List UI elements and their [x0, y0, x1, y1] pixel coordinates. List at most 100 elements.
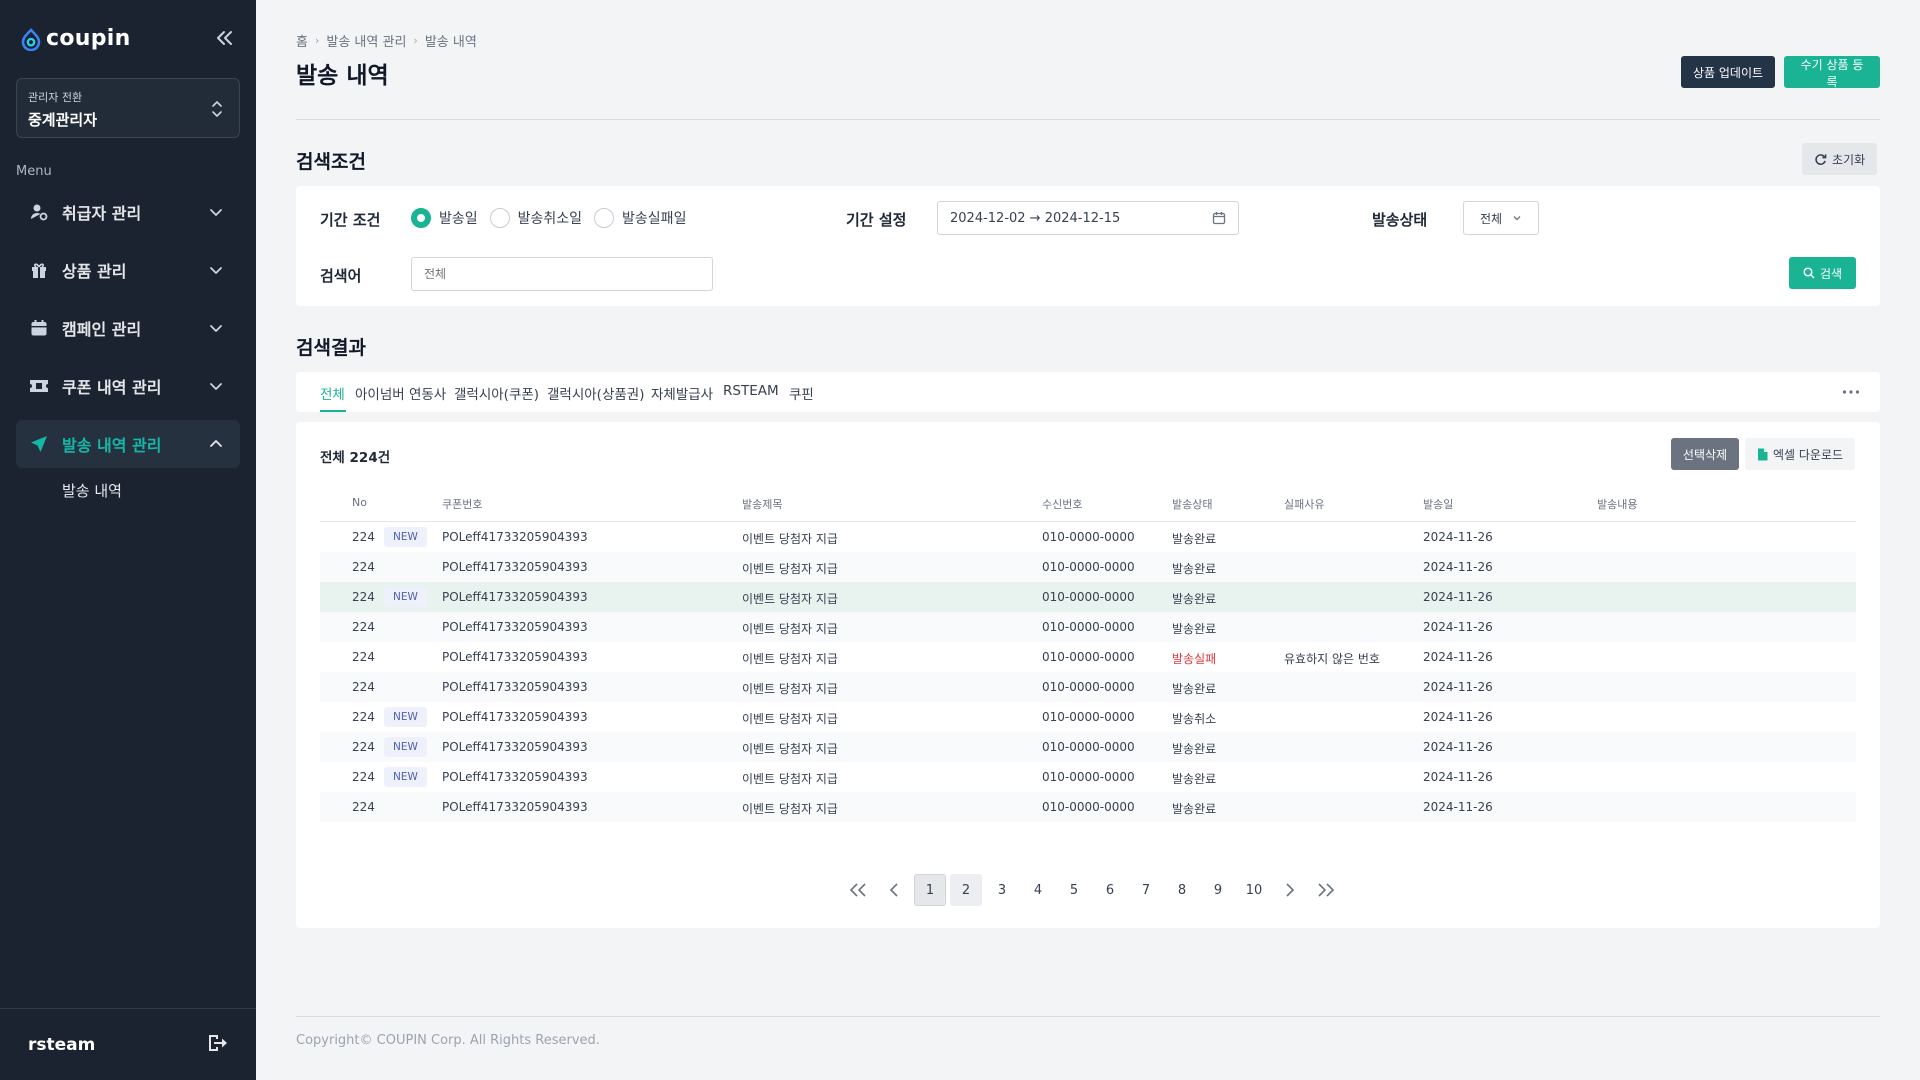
tab-coupin[interactable]: 쿠핀 [789, 383, 814, 403]
delete-selected-button[interactable]: 선택삭제 [1671, 438, 1739, 470]
cell-no: 224 [352, 650, 375, 664]
table-row[interactable]: 224 POLeff41733205904393 이벤트 당첨자 지급 010-000… [320, 702, 1856, 732]
radio-label: 발송실패일 [622, 211, 687, 227]
nav-item-handler-management[interactable]: 취급자 관리 [16, 188, 240, 236]
more-options-button[interactable] [1836, 382, 1866, 402]
tab-galaxia-coupon[interactable]: 갤럭시아(쿠폰) [454, 383, 539, 403]
table-row[interactable]: 224 POLeff41733205904393 이벤트 당첨자 지급 010-000… [320, 582, 1856, 612]
page-button[interactable]: 10 [1238, 874, 1270, 906]
search-icon [1803, 267, 1815, 279]
excel-download-button[interactable]: 엑셀 다운로드 [1745, 438, 1855, 470]
send-status-select[interactable]: 전체 [1463, 201, 1539, 235]
chevron-left-icon [889, 883, 898, 897]
table-row[interactable]: 224 POLeff41733205904393 이벤트 당첨자 지급 010-000… [320, 642, 1856, 672]
send-status-value: 전체 [1479, 211, 1503, 226]
breadcrumb-home[interactable]: 홈 [296, 31, 308, 50]
cell-phone: 010-0000-0000 [1042, 530, 1135, 544]
table-row[interactable]: 224 POLeff41733205904393 이벤트 당첨자 지급 010-000… [320, 792, 1856, 822]
cell-coupon-number: POLeff41733205904393 [442, 740, 588, 754]
sidebar: coupin 관리자 전환 중계관리자 Menu 취급자 관리 상품 관리 캠페… [0, 0, 256, 1080]
chevron-down-icon [210, 209, 222, 216]
cell-send-date: 2024-11-26 [1423, 530, 1493, 544]
brand-name: coupin [46, 26, 131, 51]
gift-icon [29, 260, 49, 280]
next-page-button[interactable] [1274, 874, 1306, 906]
reset-button[interactable]: 초기화 [1802, 143, 1878, 175]
chevron-right-icon: › [314, 34, 320, 47]
tab-galaxia-giftcard[interactable]: 갤럭시아(상품권) [547, 383, 644, 403]
page-button[interactable]: 3 [986, 874, 1018, 906]
cell-no: 224 [352, 560, 375, 574]
logo-icon [21, 27, 41, 51]
chevron-down-icon [1513, 216, 1521, 221]
tab-rsteam[interactable]: RSTEAM [723, 383, 779, 399]
cell-coupon-number: POLeff41733205904393 [442, 710, 588, 724]
chevron-up-icon [210, 440, 222, 447]
page-title: 발송 내역 [296, 63, 389, 89]
results-section-title: 검색결과 [296, 337, 366, 359]
menu-caption: Menu [16, 164, 52, 179]
tab-self-issuer[interactable]: 자체발급사 [651, 383, 713, 403]
page-button[interactable]: 4 [1022, 874, 1054, 906]
new-badge: NEW [384, 737, 427, 757]
cell-no: 224 [352, 530, 375, 544]
page-button[interactable]: 7 [1130, 874, 1162, 906]
cell-coupon-number: POLeff41733205904393 [442, 530, 588, 544]
search-panel: 기간 조건 발송일 발송취소일 발송실패일 기간 설정 2024-12-02 →… [296, 186, 1880, 306]
keyword-input[interactable] [411, 257, 713, 291]
cell-status: 발송완료 [1172, 682, 1217, 696]
logo[interactable]: coupin [20, 26, 131, 51]
radio-fail-date[interactable]: 발송실패일 [594, 208, 686, 228]
radio-send-date[interactable]: 발송일 [411, 208, 478, 228]
sub-item-send-history[interactable]: 발송 내역 [62, 480, 122, 501]
date-range-picker[interactable]: 2024-12-02 → 2024-12-15 [937, 201, 1239, 235]
nav-item-product-management[interactable]: 상품 관리 [16, 246, 240, 294]
chevron-down-icon [210, 383, 222, 390]
cell-no: 224 [352, 740, 375, 754]
table-row[interactable]: 224 POLeff41733205904393 이벤트 당첨자 지급 010-000… [320, 762, 1856, 792]
cell-phone: 010-0000-0000 [1042, 710, 1135, 724]
cell-phone: 010-0000-0000 [1042, 770, 1135, 784]
product-update-button[interactable]: 상품 업데이트 [1681, 56, 1776, 88]
main-content: 홈 › 발송 내역 관리 › 발송 내역 발송 내역 상품 업데이트 수기 상품… [296, 0, 1880, 1080]
cell-send-date: 2024-11-26 [1423, 560, 1493, 574]
table-row[interactable]: 224 POLeff41733205904393 이벤트 당첨자 지급 010-000… [320, 522, 1856, 552]
file-icon [1757, 448, 1768, 460]
cell-no: 224 [352, 800, 375, 814]
radio-indicator [489, 208, 510, 228]
table-row[interactable]: 224 POLeff41733205904393 이벤트 당첨자 지급 010-000… [320, 732, 1856, 762]
nav-item-campaign-management[interactable]: 캠페인 관리 [16, 304, 240, 352]
page-button[interactable]: 2 [950, 874, 982, 906]
breadcrumb-section[interactable]: 발송 내역 관리 [326, 31, 406, 50]
manual-product-register-button[interactable]: 수기 상품 등록 [1784, 56, 1880, 89]
column-header-coupon-number: 쿠폰번호 [442, 498, 483, 511]
table-row[interactable]: 224 POLeff41733205904393 이벤트 당첨자 지급 010-000… [320, 552, 1856, 582]
tab-inumber[interactable]: 아이넘버 연동사 [355, 383, 446, 403]
excel-download-label: 엑셀 다운로드 [1772, 447, 1844, 462]
page-button[interactable]: 1 [914, 874, 946, 906]
prev-page-button[interactable] [878, 874, 910, 906]
cell-send-title: 이벤트 당첨자 지급 [742, 532, 838, 546]
table-row[interactable]: 224 POLeff41733205904393 이벤트 당첨자 지급 010-000… [320, 612, 1856, 642]
tab-all[interactable]: 전체 [320, 383, 345, 403]
cell-phone: 010-0000-0000 [1042, 740, 1135, 754]
radio-cancel-date[interactable]: 발송취소일 [489, 208, 582, 228]
cell-send-title: 이벤트 당첨자 지급 [742, 742, 838, 756]
page-button[interactable]: 8 [1166, 874, 1198, 906]
collapse-sidebar-button[interactable] [212, 26, 236, 50]
first-page-button[interactable] [842, 874, 874, 906]
page-button[interactable]: 9 [1202, 874, 1234, 906]
search-button[interactable]: 검색 [1789, 257, 1856, 289]
last-page-button[interactable] [1310, 874, 1342, 906]
chevron-right-icon: › [413, 34, 418, 47]
admin-switcher[interactable]: 관리자 전환 중계관리자 [16, 78, 240, 138]
nav-item-send-history[interactable]: 발송 내역 관리 [16, 420, 240, 468]
table-row[interactable]: 224 POLeff41733205904393 이벤트 당첨자 지급 010-000… [320, 672, 1856, 702]
logout-button[interactable] [206, 1032, 228, 1058]
results-panel: 전체 224건 선택삭제 엑셀 다운로드 No 쿠폰번호 발송제목 수신번호 발… [296, 422, 1880, 928]
nav-item-label: 발송 내역 관리 [62, 436, 162, 455]
page-button[interactable]: 6 [1094, 874, 1126, 906]
page-button[interactable]: 5 [1058, 874, 1090, 906]
cell-status: 발송완료 [1172, 742, 1217, 756]
nav-item-coupon-history[interactable]: 쿠폰 내역 관리 [16, 362, 240, 410]
